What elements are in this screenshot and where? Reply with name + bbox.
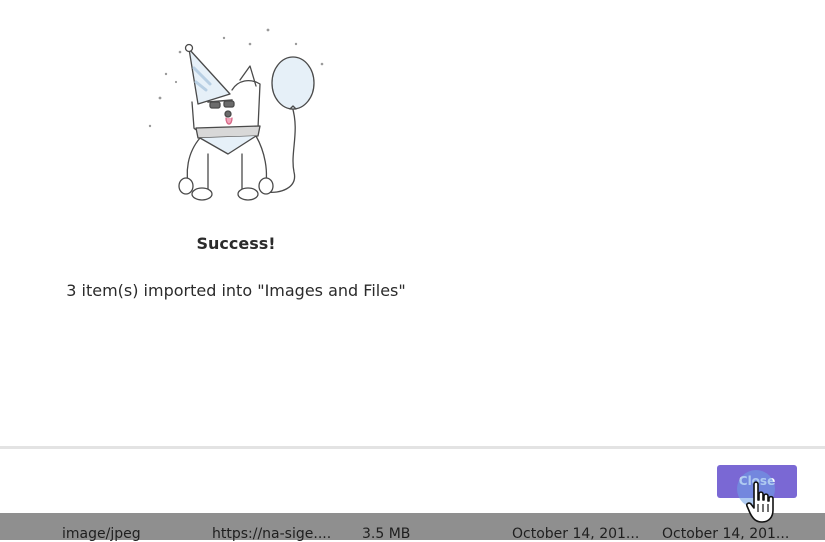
- party-dog-illustration: [148, 28, 324, 201]
- import-success-dialog: Success! 3 item(s) imported into "Images…: [0, 0, 825, 513]
- close-button[interactable]: Close: [717, 465, 797, 498]
- background-table-row: image/jpeg https://na-sige.... 3.5 MB Oc…: [0, 513, 825, 542]
- dialog-footer: [0, 449, 825, 513]
- dialog-title: Success!: [196, 234, 276, 253]
- dialog-message: 3 item(s) imported into "Images and File…: [66, 281, 406, 300]
